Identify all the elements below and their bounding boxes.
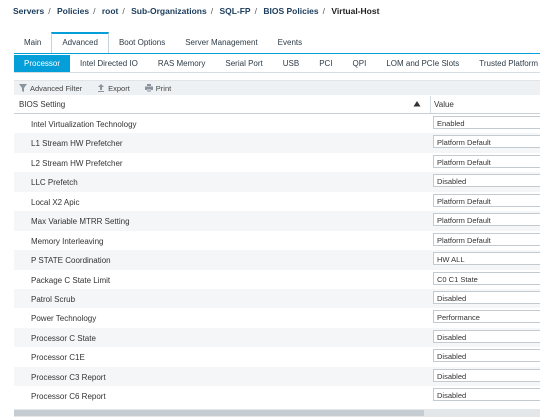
bios-setting-name: Local X2 Apic <box>31 197 80 207</box>
breadcrumb: Servers / Policies / root / Sub-Organizatio… <box>13 6 383 24</box>
bios-setting-value-dropdown[interactable]: Disabled <box>433 329 540 343</box>
bios-setting-name: Patrol Scrub <box>31 294 76 304</box>
export-label: Export <box>108 83 130 93</box>
tab-main[interactable]: Main <box>14 33 51 53</box>
table-row[interactable]: Max Variable MTRR Setting Platform Defaul… <box>14 211 540 231</box>
bios-setting-name: LLC Prefetch <box>31 178 78 188</box>
tab-boot-options[interactable]: Boot Options <box>109 33 175 53</box>
bios-setting-name: Intel Virtualization Technology <box>31 120 137 129</box>
bios-setting-name: Processor C State <box>31 333 96 343</box>
tab-pci[interactable]: PCI <box>309 55 342 72</box>
table-row[interactable]: P STATE Coordination HW ALL <box>14 250 540 270</box>
tab-lom-pcie-slots[interactable]: LOM and PCIe Slots <box>376 55 469 72</box>
tab-qpi[interactable]: QPI <box>343 55 377 72</box>
breadcrumb-separator: / <box>93 6 96 16</box>
breadcrumb-root[interactable]: root <box>102 6 119 16</box>
bios-setting-value-dropdown[interactable]: Disabled <box>433 388 540 402</box>
tab-server-management[interactable]: Server Management <box>175 33 267 53</box>
tab-trusted-platform[interactable]: Trusted Platform <box>469 55 540 72</box>
table-header: BIOS Setting Value <box>14 96 540 114</box>
bios-setting-value-dropdown[interactable]: Platform Default <box>433 213 540 227</box>
primary-tabs: Main Advanced Boot Options Server Manage… <box>14 32 540 54</box>
secondary-tabs: Processor Intel Directed IO RAS Memory S… <box>14 55 540 73</box>
scrollbar-thumb[interactable] <box>14 410 424 416</box>
breadcrumb-separator: / <box>254 6 257 16</box>
bios-setting-name: Package C State Limit <box>31 275 111 285</box>
print-label: Print <box>155 83 172 93</box>
tab-ras-memory[interactable]: RAS Memory <box>148 55 216 72</box>
bios-setting-value-dropdown[interactable]: Platform Default <box>433 193 540 207</box>
table-row[interactable]: Processor C6 Report Disabled <box>14 386 540 405</box>
bios-setting-name: Memory Interleaving <box>31 236 104 246</box>
bios-setting-name: Power Technology <box>31 314 97 324</box>
breadcrumb-policies[interactable]: Policies <box>57 6 89 16</box>
column-divider[interactable] <box>430 96 431 113</box>
printer-icon <box>144 84 153 92</box>
bios-setting-name: L1 Stream HW Prefetcher <box>31 139 123 149</box>
tab-advanced[interactable]: Advanced <box>51 32 109 53</box>
settings-table-body: Intel Virtualization Technology Enabled L1… <box>14 114 540 406</box>
horizontal-scrollbar[interactable] <box>14 409 540 417</box>
bios-setting-name: L2 Stream HW Prefetcher <box>31 158 123 168</box>
bios-setting-value-dropdown[interactable]: Platform Default <box>433 232 540 246</box>
bios-setting-value-dropdown[interactable]: Platform Default <box>433 154 540 168</box>
column-header-value[interactable]: Value <box>434 100 454 109</box>
table-row[interactable]: L1 Stream HW Prefetcher Platform Default <box>14 133 540 153</box>
table-row[interactable]: Processor C1E Disabled <box>14 347 540 366</box>
tab-usb[interactable]: USB <box>273 55 309 72</box>
table-row[interactable]: Power Technology Performance <box>14 308 540 327</box>
sort-ascending-icon[interactable] <box>413 100 421 108</box>
breadcrumb-bios-policies[interactable]: BIOS Policies <box>263 6 318 16</box>
bios-setting-name: P STATE Coordination <box>31 256 111 266</box>
breadcrumb-sub-organizations[interactable]: Sub-Organizations <box>131 6 207 16</box>
bios-setting-name: Processor C6 Report <box>31 392 106 402</box>
bios-setting-value-dropdown[interactable]: Disabled <box>433 174 540 188</box>
bios-setting-value-dropdown[interactable]: Enabled <box>433 116 540 129</box>
tab-events[interactable]: Events <box>268 33 312 53</box>
advanced-filter-button[interactable]: Advanced Filter <box>19 84 82 93</box>
table-row[interactable]: Package C State Limit C0 C1 State <box>14 270 540 289</box>
bios-setting-name: Processor C1E <box>31 353 85 363</box>
bios-setting-value-dropdown[interactable]: Disabled <box>433 290 540 304</box>
table-row[interactable]: Memory Interleaving Platform Default <box>14 231 540 250</box>
bios-setting-value-dropdown[interactable]: C0 C1 State <box>433 271 540 285</box>
table-row[interactable]: Processor C State Disabled <box>14 327 540 348</box>
bios-setting-name: Max Variable MTRR Setting <box>31 217 130 227</box>
breadcrumb-separator: / <box>322 6 326 16</box>
bios-setting-value-dropdown[interactable]: Performance <box>433 310 540 324</box>
advanced-filter-label: Advanced Filter <box>30 83 83 93</box>
breadcrumb-servers[interactable]: Servers <box>13 6 44 16</box>
tab-processor[interactable]: Processor <box>14 55 71 72</box>
breadcrumb-current: Virtual-Host <box>331 6 380 16</box>
table-row[interactable]: Local X2 Apic Platform Default <box>14 192 540 211</box>
tab-intel-directed-io[interactable]: Intel Directed IO <box>70 55 148 72</box>
table-row[interactable]: Processor C3 Report Disabled <box>14 366 540 387</box>
table-row[interactable]: L2 Stream HW Prefetcher Platform Default <box>14 153 540 172</box>
breadcrumb-separator: / <box>48 6 51 16</box>
bios-setting-value-dropdown[interactable]: Disabled <box>433 368 540 382</box>
breadcrumb-separator: / <box>210 6 214 16</box>
toolbar: Advanced Filter Export Print <box>14 80 540 95</box>
breadcrumb-sql-fp[interactable]: SQL-FP <box>219 6 250 16</box>
column-header-bios-setting[interactable]: BIOS Setting <box>19 100 65 109</box>
bios-setting-value-dropdown[interactable]: Platform Default <box>433 135 540 149</box>
breadcrumb-separator: / <box>122 6 125 16</box>
bios-setting-value-dropdown[interactable]: Disabled <box>433 349 540 363</box>
bios-setting-value-dropdown[interactable]: HW ALL <box>433 252 540 266</box>
table-row[interactable]: Intel Virtualization Technology Enabled <box>14 114 540 133</box>
filter-icon <box>19 84 27 92</box>
export-button[interactable]: Export <box>97 84 130 93</box>
bios-setting-name: Processor C3 Report <box>31 372 106 382</box>
table-row[interactable]: LLC Prefetch Disabled <box>14 172 540 192</box>
tab-serial-port[interactable]: Serial Port <box>215 55 272 72</box>
print-button[interactable]: Print <box>144 83 172 93</box>
table-row[interactable]: Patrol Scrub Disabled <box>14 288 540 309</box>
export-icon <box>98 84 105 92</box>
